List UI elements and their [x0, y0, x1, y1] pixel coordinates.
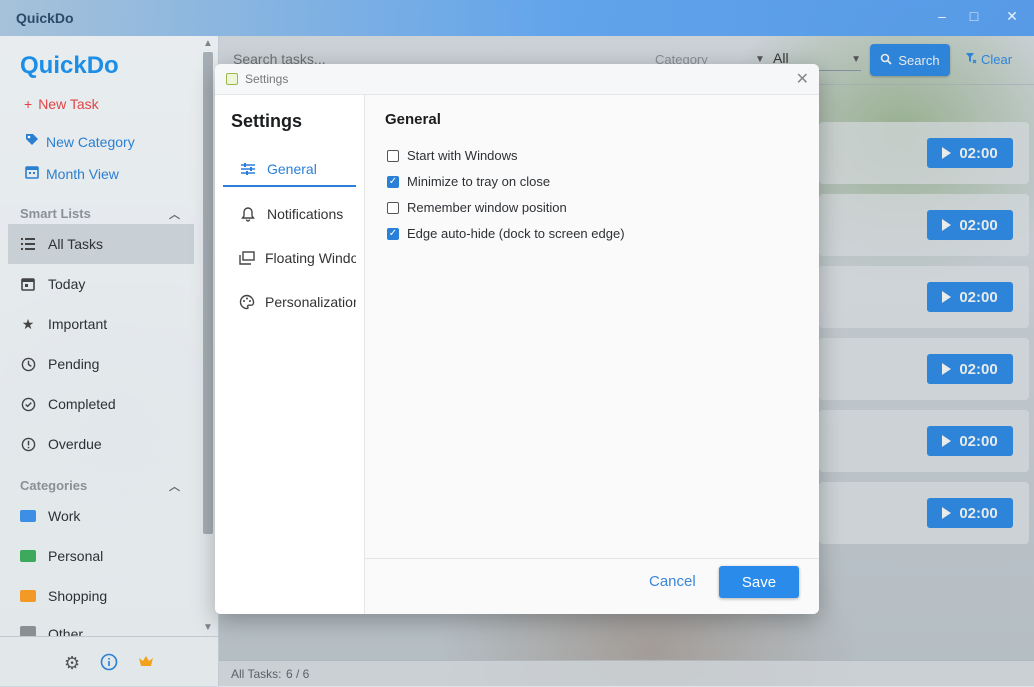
- cancel-button[interactable]: Cancel: [649, 573, 696, 590]
- sidebar-item-label: Work: [48, 508, 81, 524]
- sidebar-item-personal[interactable]: Personal: [8, 536, 194, 576]
- tab-label: Personalization: [265, 294, 356, 310]
- brand-logo: QuickDo: [20, 52, 119, 79]
- checkbox[interactable]: [387, 149, 399, 162]
- calendar-icon: [20, 276, 36, 292]
- tab-label: General: [267, 161, 317, 177]
- category-color-icon: [20, 550, 36, 562]
- option-label: Start with Windows: [407, 148, 518, 163]
- star-icon: ★: [21, 315, 35, 332]
- sidebar-item-all-tasks[interactable]: All Tasks: [8, 224, 194, 264]
- sidebar-item-label: Shopping: [48, 588, 108, 604]
- settings-tab-general[interactable]: General: [223, 153, 356, 187]
- window-icon: [239, 251, 255, 265]
- crown-icon[interactable]: [137, 653, 155, 674]
- option-minimize-to-tray[interactable]: ✓ Minimize to tray on close: [387, 174, 550, 189]
- dialog-title-bar: Settings ✕: [215, 64, 819, 95]
- sidebar-item-label: Completed: [48, 396, 116, 412]
- category-color-icon: [20, 510, 36, 522]
- window-title: QuickDo: [16, 10, 74, 26]
- tab-label: Notifications: [267, 206, 344, 222]
- sidebar-item-label: All Tasks: [48, 236, 103, 252]
- tag-plus-icon: [24, 132, 40, 151]
- calendar-icon: [24, 164, 40, 183]
- settings-content: General Start with Windows ✓ Minimize to…: [365, 95, 819, 558]
- category-color-icon: [20, 590, 36, 602]
- gear-icon[interactable]: ⚙: [64, 653, 80, 674]
- settings-tab-personalization[interactable]: Personalization: [223, 285, 356, 319]
- settings-tab-notifications[interactable]: Notifications: [223, 197, 356, 231]
- close-icon[interactable]: ✕: [1004, 8, 1020, 24]
- app-icon: [226, 73, 238, 85]
- sliders-icon: [239, 162, 257, 176]
- option-start-with-windows[interactable]: Start with Windows: [387, 148, 518, 163]
- sidebar-item-label: Overdue: [48, 436, 102, 452]
- categories-header[interactable]: Categories ︿: [20, 478, 180, 493]
- checkbox-checked[interactable]: ✓: [387, 175, 399, 188]
- smart-lists-title: Smart Lists: [20, 206, 91, 221]
- sidebar-item-label: Today: [48, 276, 86, 292]
- minimize-icon[interactable]: –: [934, 8, 950, 24]
- checkbox-checked[interactable]: ✓: [387, 227, 399, 240]
- sidebar-item-label: Personal: [48, 548, 104, 564]
- section-title: General: [385, 111, 441, 128]
- new-category-label: New Category: [46, 133, 135, 150]
- sidebar-item-label: Pending: [48, 356, 100, 372]
- maximize-icon[interactable]: □: [966, 8, 982, 24]
- sidebar-item-shopping[interactable]: Shopping: [8, 576, 194, 616]
- option-label: Remember window position: [407, 200, 567, 215]
- clock-icon: [20, 356, 36, 372]
- new-task-label: New Task: [38, 96, 99, 112]
- dialog-footer: Cancel Save: [365, 558, 819, 614]
- chevron-up-icon[interactable]: ︿: [169, 206, 180, 222]
- tab-label: Floating Window: [265, 250, 356, 266]
- checkbox[interactable]: [387, 201, 399, 214]
- sidebar-item-completed[interactable]: Completed: [8, 384, 194, 424]
- settings-tab-floating-window[interactable]: Floating Window: [223, 241, 356, 275]
- sidebar-item-other[interactable]: Other: [8, 616, 194, 636]
- dialog-title: Settings: [245, 72, 289, 86]
- title-bar: QuickDo – □ ✕: [0, 0, 1034, 36]
- month-view-label: Month View: [46, 165, 119, 182]
- option-remember-position[interactable]: Remember window position: [387, 200, 567, 215]
- sidebar-item-work[interactable]: Work: [8, 496, 194, 536]
- scroll-up-icon[interactable]: ▲: [203, 38, 213, 49]
- save-button[interactable]: Save: [719, 566, 799, 598]
- list-icon: [20, 236, 36, 252]
- option-label: Minimize to tray on close: [407, 174, 551, 189]
- settings-nav: Settings General Notifications Floating …: [215, 95, 365, 614]
- new-category-button[interactable]: New Category: [24, 132, 135, 151]
- info-icon[interactable]: [100, 653, 118, 676]
- check-circle-icon: [20, 396, 36, 412]
- month-view-button[interactable]: Month View: [24, 164, 119, 183]
- sidebar-item-label: Other: [48, 626, 84, 636]
- chevron-up-icon[interactable]: ︿: [169, 478, 180, 494]
- smart-lists-header[interactable]: Smart Lists ︿: [20, 206, 180, 221]
- sidebar-item-label: Important: [48, 316, 108, 332]
- bell-icon: [239, 206, 257, 222]
- sidebar-scrollbar[interactable]: [203, 52, 213, 534]
- sidebar-item-pending[interactable]: Pending: [8, 344, 194, 384]
- category-color-icon: [20, 626, 36, 636]
- sidebar: QuickDo + New Task New Category Month Vi…: [0, 36, 219, 686]
- sidebar-item-overdue[interactable]: Overdue: [8, 424, 194, 464]
- settings-heading: Settings: [231, 111, 303, 131]
- new-task-button[interactable]: + New Task: [24, 96, 99, 112]
- sidebar-footer: ⚙: [0, 636, 218, 687]
- sidebar-item-today[interactable]: Today: [8, 264, 194, 304]
- option-label: Edge auto-hide (dock to screen edge): [407, 226, 625, 241]
- alert-circle-icon: [20, 436, 36, 452]
- scroll-down-icon[interactable]: ▼: [203, 622, 213, 633]
- sidebar-item-important[interactable]: ★ Important: [8, 304, 194, 344]
- palette-icon: [239, 294, 255, 310]
- option-edge-auto-hide[interactable]: ✓ Edge auto-hide (dock to screen edge): [387, 226, 625, 241]
- settings-dialog: Settings ✕ Settings General Notification…: [215, 64, 819, 614]
- plus-icon: +: [24, 96, 33, 112]
- categories-title: Categories: [20, 478, 88, 493]
- close-icon[interactable]: ✕: [796, 69, 809, 89]
